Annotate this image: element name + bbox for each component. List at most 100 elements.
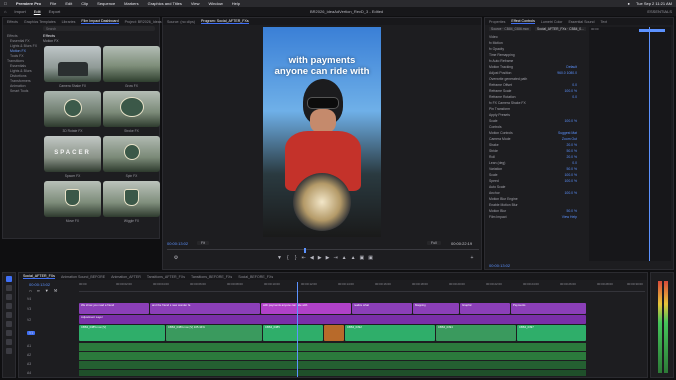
lift-icon[interactable]: ▲ — [342, 255, 347, 261]
rectangle-tool-icon[interactable] — [6, 330, 12, 336]
ec-value[interactable]: 100.0 % — [565, 173, 577, 177]
ec-value[interactable]: Zoom Out — [562, 137, 577, 141]
tab-graphics-templates[interactable]: Graphics Templates — [24, 20, 56, 24]
time-ruler[interactable]: 00:00 00:00:02:00 00:00:04:00 00:00:06:0… — [79, 282, 645, 292]
ec-value[interactable]: Default — [566, 65, 577, 69]
track-header-v1[interactable]: V1 — [27, 325, 79, 341]
menu-file[interactable]: File — [50, 1, 56, 6]
tab-effect-controls[interactable]: Effect Controls — [511, 19, 535, 24]
step-forward-icon[interactable]: ▶ — [326, 255, 330, 261]
timeline-playhead[interactable] — [297, 282, 298, 377]
timeline-clip[interactable]: and the friend s new wonder fa — [150, 303, 260, 314]
workspace-edit[interactable]: Edit — [34, 9, 41, 14]
audio-clip-a1[interactable] — [79, 343, 586, 351]
tab-essential-sound[interactable]: Essential Sound — [568, 20, 594, 24]
track-header-a1[interactable]: A1 — [27, 341, 79, 350]
timeline-clip[interactable]: Payments — [511, 303, 586, 314]
tab-source[interactable]: Source: (no clips) — [167, 20, 195, 24]
mark-in-icon[interactable]: { — [286, 255, 290, 261]
audio-clip-a3[interactable] — [79, 361, 586, 369]
play-icon[interactable]: ▶ — [318, 255, 322, 261]
timeline-clip[interactable]: Mapping — [413, 303, 459, 314]
tab-sequence-3[interactable]: Animation_AFTER — [111, 275, 141, 279]
track-header-v3[interactable]: V3 — [27, 303, 79, 315]
ec-value[interactable]: 960.0 1080.0 — [557, 71, 577, 75]
timeline-clip[interactable] — [324, 325, 344, 341]
workspace-export[interactable]: Export — [49, 9, 61, 14]
timeline-clip[interactable]: We show you read a friend — [79, 303, 149, 314]
ec-value[interactable]: View Help — [562, 215, 577, 219]
tab-film-impact[interactable]: Film Impact Dashboard — [81, 19, 119, 24]
workspace-menu[interactable]: ESSENTIALS — [647, 9, 672, 14]
menu-graphics[interactable]: Graphics and Titles — [148, 1, 182, 6]
menu-markers[interactable]: Markers — [124, 1, 138, 6]
mark-out-icon[interactable]: } — [294, 255, 298, 261]
ec-row[interactable]: Film Impact View Help — [489, 214, 589, 220]
wrench-icon[interactable]: ⚒ — [54, 288, 58, 293]
workspace-import[interactable]: Import — [14, 9, 25, 14]
monitor-timecode-in[interactable]: 00:00:13:02 — [167, 241, 188, 246]
audio-clip-a2[interactable] — [79, 352, 586, 360]
export-frame-icon[interactable]: ▣ — [360, 255, 365, 261]
tab-sequence-6[interactable]: Social_BEFORE_FXs — [238, 275, 273, 279]
effect-tile-3d-rotate[interactable]: 3D Rotate FX — [44, 91, 101, 133]
menu-view[interactable]: View — [191, 1, 200, 6]
hand-tool-icon[interactable] — [6, 339, 12, 345]
timeline-clip[interactable]: CB84_0397 — [517, 325, 586, 341]
home-icon[interactable]: ⌂ — [4, 9, 6, 14]
audio-clip-a4[interactable] — [79, 370, 586, 376]
comparison-icon[interactable]: ▣ — [368, 255, 373, 261]
ec-value[interactable]: 100.0 % — [565, 191, 577, 195]
video-frame[interactable]: with payments anyone can ride with — [263, 27, 381, 237]
add-marker-icon[interactable]: ▼ — [45, 288, 49, 293]
menu-clip[interactable]: Clip — [81, 1, 88, 6]
track-header-a4[interactable]: A4 — [27, 368, 79, 377]
timeline-clip[interactable]: Graphic — [460, 303, 510, 314]
effect-tile-stroke[interactable]: Stroke FX — [103, 91, 160, 133]
track-header-a2[interactable]: A2 — [27, 350, 79, 359]
search-input[interactable]: Search — [43, 26, 155, 31]
menu-window[interactable]: Window — [208, 1, 222, 6]
ripple-edit-tool-icon[interactable] — [6, 294, 12, 300]
tab-properties[interactable]: Properties — [489, 20, 505, 24]
slip-tool-icon[interactable] — [6, 312, 12, 318]
timeline-clip[interactable]: CB84_0385 — [263, 325, 323, 341]
selection-tool-icon[interactable] — [6, 276, 12, 282]
type-tool-icon[interactable] — [6, 348, 12, 354]
ec-value[interactable]: 0.0 — [572, 83, 577, 87]
settings-icon[interactable]: ⚙ — [173, 255, 179, 261]
app-menu[interactable]: Premiere Pro — [16, 1, 41, 6]
linked-selection-icon[interactable]: ∞ — [37, 288, 40, 293]
menu-sequence[interactable]: Sequence — [97, 1, 115, 6]
playhead-marker[interactable] — [304, 248, 306, 253]
monitor-scrubber[interactable] — [167, 248, 479, 253]
clip-dropdown[interactable]: Social_AFTER_FXs · CB84_0... — [534, 27, 586, 31]
tab-program[interactable]: Program: Social_AFTER_FXs — [200, 19, 249, 24]
marker-icon[interactable]: ▼ — [277, 255, 282, 261]
timeline-clip[interactable]: CB84_0385.mov [V] — [79, 325, 165, 341]
razor-tool-icon[interactable] — [6, 303, 12, 309]
track-select-tool-icon[interactable] — [6, 285, 12, 291]
tab-libraries[interactable]: Libraries — [62, 20, 76, 24]
source-dropdown[interactable]: Source · CB84_0386.mov — [489, 27, 531, 31]
effect-tile-camera-shake[interactable]: Camera Shake FX — [44, 46, 101, 88]
snap-icon[interactable]: ∩ — [29, 288, 32, 293]
ec-value[interactable]: 0.0 — [572, 95, 577, 99]
tab-project[interactable]: Project: BR2026_Ideas — [125, 20, 162, 24]
tab-sequence-1[interactable]: Social_AFTER_FXs — [23, 274, 55, 279]
step-back-icon[interactable]: ◀ — [310, 255, 314, 261]
track-header-v2[interactable]: V2 — [27, 315, 79, 325]
ec-value[interactable]: 50.0 % — [566, 149, 577, 153]
menu-edit[interactable]: Edit — [65, 1, 72, 6]
timeline-clip[interactable]: realize what — [352, 303, 412, 314]
menu-help[interactable]: Help — [232, 1, 240, 6]
ec-value[interactable]: 20.0 % — [566, 143, 577, 147]
timeline-clip[interactable]: CB84_0394 — [436, 325, 516, 341]
timeline-clip[interactable]: with payments anyone can ride with — [261, 303, 351, 314]
effect-tile-spin[interactable]: Spin FX — [103, 136, 160, 178]
adjustment-layer-clip[interactable]: Adjustment Layer — [79, 315, 586, 324]
ec-value[interactable]: 100.0 % — [565, 179, 577, 183]
fit-dropdown[interactable]: Fit — [197, 241, 209, 245]
timeline-timecode[interactable]: 00:00:13:02 — [29, 282, 50, 287]
go-to-in-icon[interactable]: ⇤ — [302, 255, 306, 261]
